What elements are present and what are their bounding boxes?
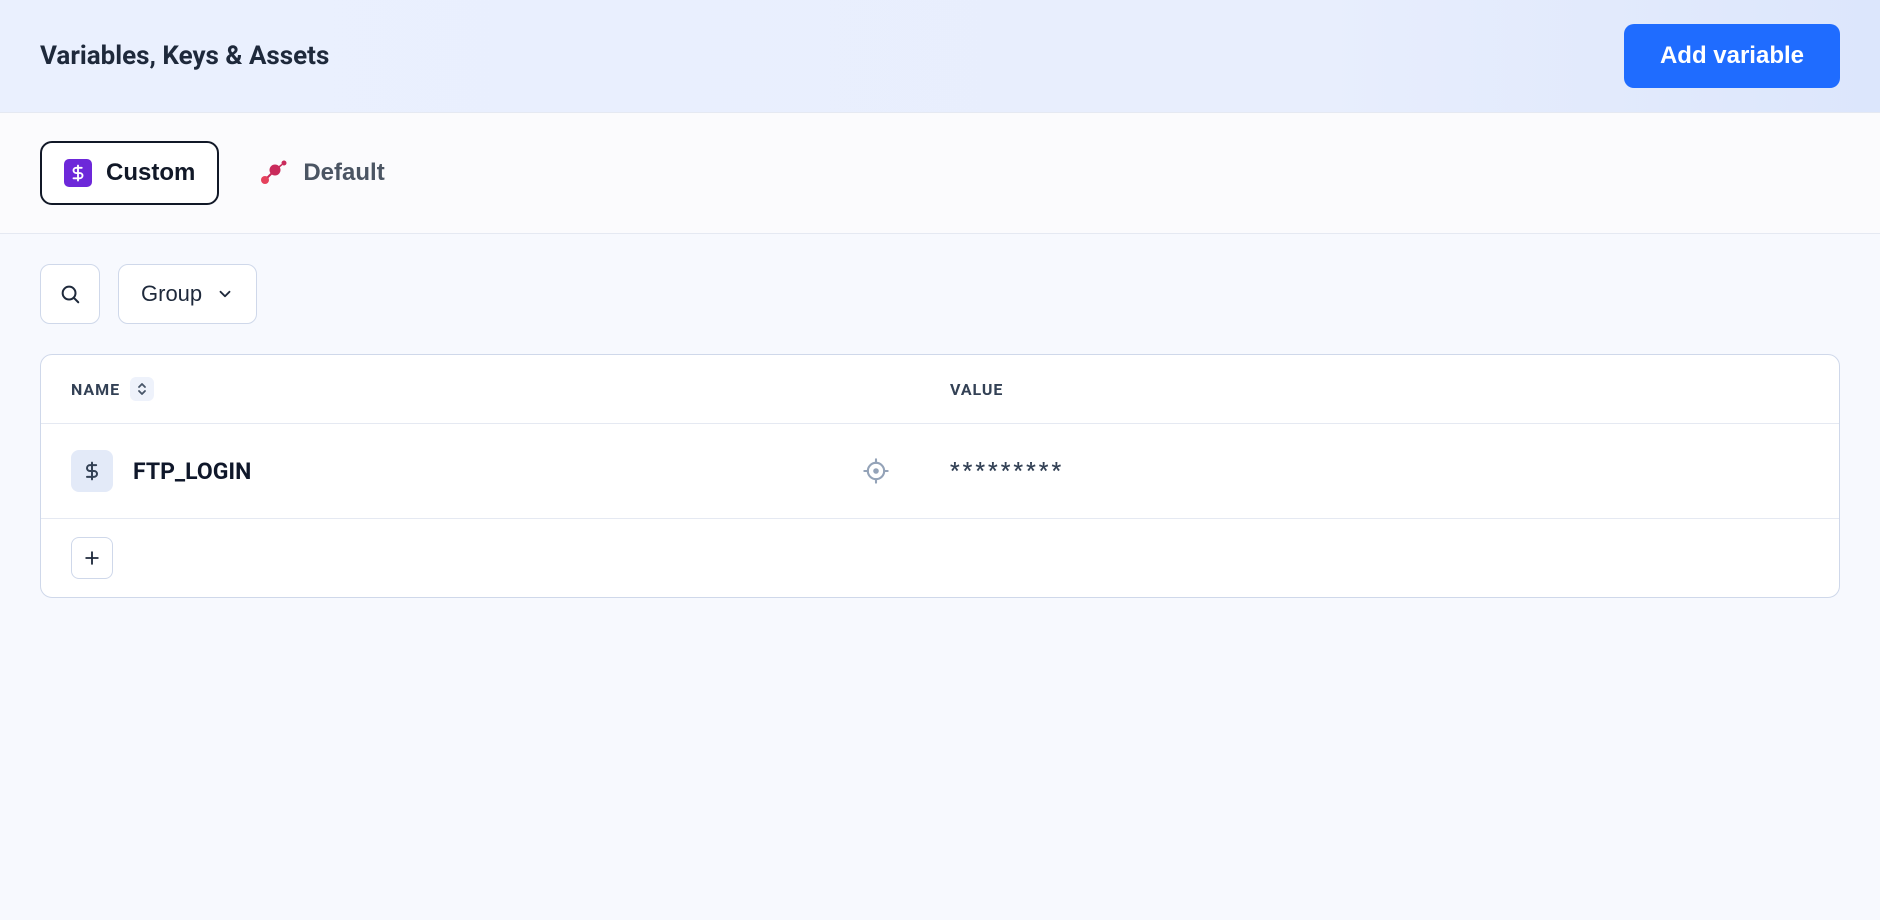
tabs-row: Custom Default xyxy=(0,113,1880,234)
add-row-button[interactable] xyxy=(71,537,113,579)
table-header: NAME VALUE xyxy=(41,355,1839,424)
table-row[interactable]: FTP_LOGIN ********* xyxy=(41,424,1839,519)
sort-icon xyxy=(130,377,154,401)
table-footer xyxy=(41,519,1839,597)
add-variable-button[interactable]: Add variable xyxy=(1624,24,1840,88)
add-variable-label: Add variable xyxy=(1660,42,1804,69)
dollar-icon xyxy=(71,450,113,492)
variable-name: FTP_LOGIN xyxy=(133,458,251,485)
page-title: Variables, Keys & Assets xyxy=(40,41,329,71)
tab-custom[interactable]: Custom xyxy=(40,141,219,205)
group-select[interactable]: Group xyxy=(118,264,257,324)
column-name-label: NAME xyxy=(71,380,120,399)
column-value-label: VALUE xyxy=(950,380,1003,399)
target-icon[interactable] xyxy=(862,457,890,485)
name-cell: FTP_LOGIN xyxy=(71,450,930,492)
page-header: Variables, Keys & Assets Add variable xyxy=(0,0,1880,113)
search-icon xyxy=(59,283,81,305)
column-value: VALUE xyxy=(950,377,1809,401)
filters-row: Group xyxy=(0,234,1880,354)
tab-custom-label: Custom xyxy=(106,159,195,187)
molecule-icon xyxy=(255,156,289,190)
plus-icon xyxy=(82,548,102,568)
column-name[interactable]: NAME xyxy=(71,377,930,401)
variable-value: ********* xyxy=(950,459,1809,483)
search-button[interactable] xyxy=(40,264,100,324)
group-select-label: Group xyxy=(141,281,202,307)
variables-table: NAME VALUE FTP_LOGIN ********* xyxy=(40,354,1840,598)
tab-default-label: Default xyxy=(303,159,384,187)
chevron-down-icon xyxy=(216,285,234,303)
wallet-icon xyxy=(64,159,92,187)
tab-default[interactable]: Default xyxy=(255,156,384,190)
